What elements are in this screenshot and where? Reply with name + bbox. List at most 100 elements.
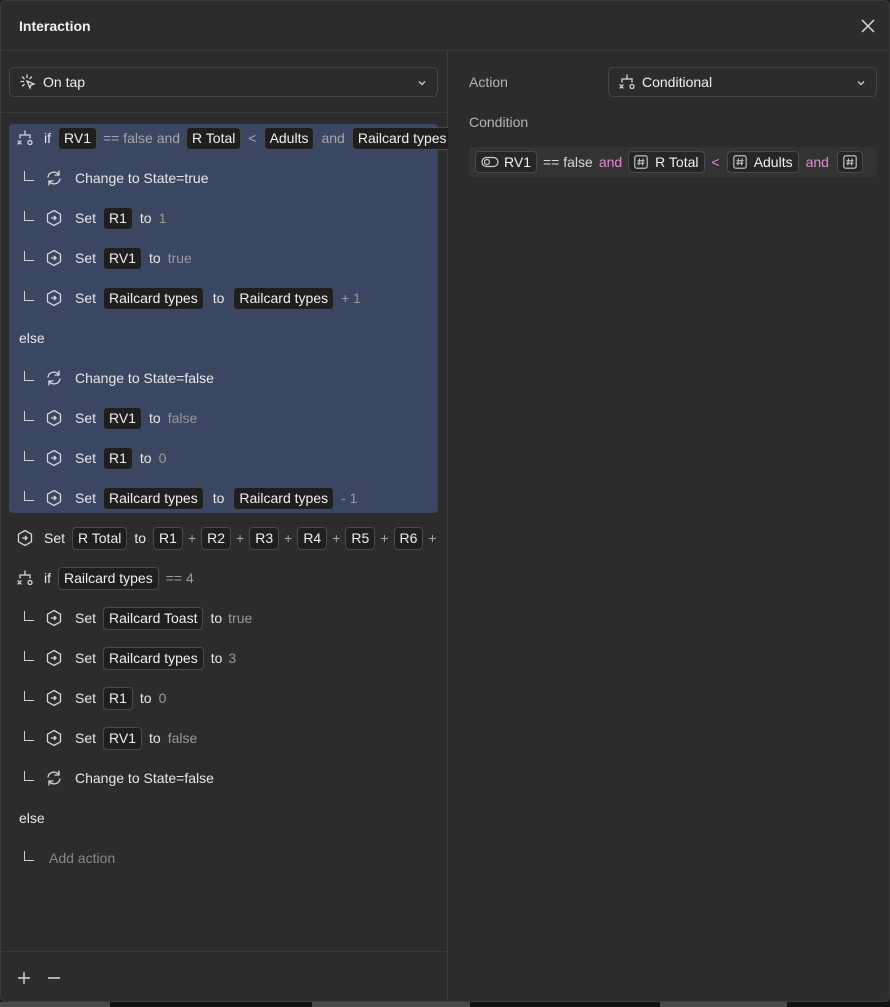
action-row-set[interactable]: Set Railcard types to Railcard types - 1 [1, 478, 448, 518]
action-row-set[interactable]: Set RV1 to false [1, 718, 448, 758]
value: false [167, 410, 198, 426]
action-row-set[interactable]: Set RV1 to false [1, 398, 448, 438]
action-row-set[interactable]: Set Railcard types to 3 [1, 638, 448, 678]
variable-chip[interactable]: RV1 [58, 126, 97, 150]
variable-chip[interactable]: Railcard types [103, 486, 204, 510]
action-list-panel: On tap if RV1 == false and R Total < Adu… [1, 52, 448, 1001]
minus-icon[interactable] [46, 970, 62, 986]
set-keyword: Set [75, 210, 97, 226]
tap-icon [20, 74, 36, 90]
add-action-placeholder[interactable]: Add action [49, 850, 115, 866]
branch-line [24, 291, 34, 301]
value: true [228, 610, 253, 626]
action-row-set[interactable]: Set Railcard types to Railcard types + 1 [1, 278, 448, 318]
set-variable-icon [46, 729, 62, 747]
variable-chip[interactable]: Railcard types [103, 286, 204, 310]
variable-chip[interactable]: RV1 [103, 246, 142, 270]
value: true [167, 250, 192, 266]
action-text: Change to State=false [75, 370, 214, 386]
conditional-icon [17, 570, 33, 586]
variable-chip[interactable]: R1 [103, 686, 133, 710]
action-row-if[interactable]: if RV1 == false and R Total < Adults and… [1, 118, 448, 158]
action-row-change-state[interactable]: Change to State=true [1, 158, 448, 198]
variable-chip[interactable]: Railcard types [233, 286, 335, 310]
variable-chip[interactable]: Adults [263, 126, 315, 150]
variable-chip[interactable]: R Total [186, 126, 242, 150]
action-text: Change to State=false [75, 770, 214, 786]
boolean-variable-chip[interactable]: RV1 [475, 151, 537, 173]
conditional-icon [17, 130, 33, 146]
to-keyword: to [212, 490, 225, 506]
variable-chip[interactable]: R1 [153, 526, 183, 550]
to-keyword: to [149, 250, 161, 266]
set-variable-icon [46, 289, 62, 307]
close-icon[interactable] [859, 17, 877, 35]
number-icon [843, 155, 857, 169]
add-action-row[interactable]: Add action [1, 838, 448, 878]
action-type-select[interactable]: Conditional [608, 67, 877, 97]
value: 0 [158, 450, 167, 466]
set-variable-icon [46, 449, 62, 467]
variable-chip[interactable]: R1 [103, 446, 133, 470]
branch-line [24, 611, 34, 621]
number-variable-chip[interactable]: R Total [628, 151, 705, 173]
set-variable-icon [17, 529, 33, 547]
variable-chip[interactable]: R3 [249, 526, 280, 550]
set-keyword: Set [75, 650, 97, 666]
variable-chip[interactable]: Railcard types [58, 566, 159, 590]
if-keyword: if [44, 130, 51, 146]
variable-chip[interactable]: R5 [345, 526, 376, 550]
action-row-set[interactable]: Set RV1 to true [1, 238, 448, 278]
set-variable-icon [46, 489, 62, 507]
plus-operator: + [284, 530, 293, 546]
variable-chip[interactable]: Railcard types [233, 486, 335, 510]
number-variable-chip[interactable]: Adults [726, 151, 799, 173]
value: 0 [158, 690, 167, 706]
action-row-set[interactable]: Set R Total to R1 + R2 + R3 + R4 + R5 + … [1, 518, 448, 558]
branch-line [24, 411, 34, 421]
variable-chip[interactable]: Railcard types [103, 646, 204, 670]
action-row-set[interactable]: Set R1 to 0 [1, 678, 448, 718]
variable-chip[interactable]: R4 [297, 526, 328, 550]
variable-chip[interactable]: Railcard Toast [103, 606, 204, 630]
condition-expression[interactable]: RV1 == false and R Total < Adults and [469, 147, 877, 177]
variable-chip[interactable]: R Total [72, 526, 128, 550]
action-row-set[interactable]: Set R1 to 0 [1, 438, 448, 478]
panel-divider [1, 112, 448, 113]
conditional-icon [619, 74, 635, 90]
action-row-set[interactable]: Set Railcard Toast to true [1, 598, 448, 638]
set-variable-icon [46, 689, 62, 707]
to-keyword: to [134, 530, 147, 546]
variable-chip[interactable]: R6 [393, 526, 424, 550]
plus-operator: + [236, 530, 245, 546]
variable-chip[interactable]: R2 [201, 526, 232, 550]
plus-icon[interactable] [16, 970, 32, 986]
number-variable-chip[interactable] [836, 151, 863, 173]
action-row-change-state[interactable]: Change to State=false [1, 758, 448, 798]
branch-line [24, 211, 34, 221]
variable-chip[interactable]: RV1 [103, 726, 142, 750]
set-variable-icon [46, 209, 62, 227]
action-row-set[interactable]: Set R1 to 1 [1, 198, 448, 238]
plus-operator: + [428, 530, 437, 546]
operator: and [321, 130, 345, 146]
trigger-select[interactable]: On tap [9, 67, 438, 97]
branch-line [24, 731, 34, 741]
set-keyword: Set [75, 290, 97, 306]
variable-chip[interactable]: Railcard types [351, 126, 448, 150]
action-text: Change to State=true [75, 170, 209, 186]
chevron-down-icon [857, 81, 865, 86]
action-row-if[interactable]: if Railcard types == 4 [1, 558, 448, 598]
set-keyword: Set [44, 530, 66, 546]
to-keyword: to [139, 690, 152, 706]
value: 1 [158, 210, 167, 226]
action-row-change-state[interactable]: Change to State=false [1, 358, 448, 398]
operator: < [248, 130, 257, 146]
to-keyword: to [210, 610, 223, 626]
branch-line [24, 771, 34, 781]
branch-line [24, 371, 34, 381]
refresh-icon [47, 170, 61, 186]
variable-chip[interactable]: RV1 [103, 406, 142, 430]
variable-chip[interactable]: R1 [103, 206, 133, 230]
to-keyword: to [212, 290, 225, 306]
